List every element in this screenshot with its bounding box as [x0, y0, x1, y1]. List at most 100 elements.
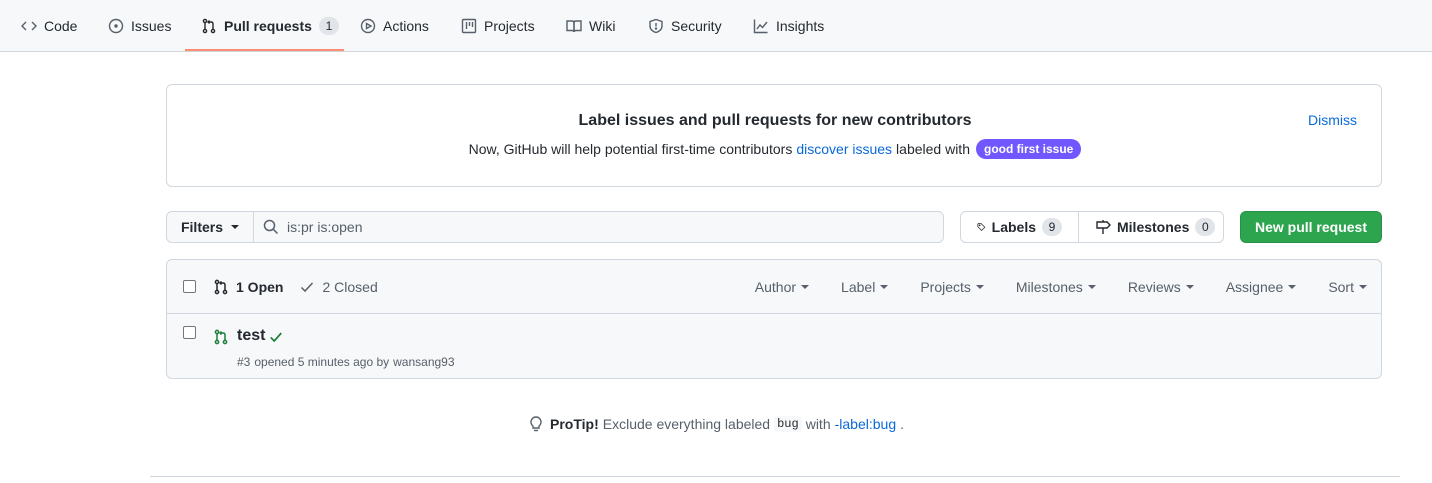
- protip-link[interactable]: -label:bug: [835, 416, 897, 432]
- closed-filter[interactable]: 2 Closed: [299, 279, 378, 295]
- tab-pull-requests[interactable]: Pull requests 1: [201, 0, 339, 52]
- protip: ProTip! Exclude everything labeled bug w…: [0, 416, 1432, 432]
- labels-milestones-group: Labels 9 Milestones 0: [960, 211, 1224, 243]
- reviews-filter-label: Reviews: [1127, 279, 1181, 295]
- sort-dropdown[interactable]: Sort: [1328, 279, 1367, 295]
- milestones-label: Milestones: [1117, 219, 1190, 235]
- protip-text: Exclude everything labeled: [602, 416, 771, 432]
- tab-label: Projects: [484, 18, 535, 34]
- milestones-counter: 0: [1195, 218, 1216, 236]
- projects-filter-label: Projects: [920, 279, 971, 295]
- light-bulb-icon: [530, 416, 542, 432]
- pull-requests-counter: 1: [318, 17, 339, 35]
- good-first-issue-label[interactable]: good first issue: [975, 139, 1082, 159]
- selected-tab-underline: [185, 49, 344, 51]
- milestones-filter[interactable]: Milestones: [1016, 279, 1096, 295]
- tab-label: Code: [44, 18, 78, 34]
- tab-label: Insights: [776, 18, 825, 34]
- shield-icon: [649, 18, 663, 34]
- git-pull-request-icon: [214, 329, 228, 345]
- footer-divider: [150, 476, 1400, 477]
- filters-button[interactable]: Filters: [166, 211, 254, 243]
- chevron-down-icon: [880, 285, 889, 289]
- tab-label: Actions: [383, 18, 429, 34]
- projects-filter[interactable]: Projects: [920, 279, 984, 295]
- tab-projects[interactable]: Projects: [461, 0, 535, 52]
- pr-author-link[interactable]: wansang93: [393, 355, 454, 369]
- pr-opened-text: opened 5 minutes ago by: [254, 355, 390, 369]
- author-filter-label: Author: [754, 279, 797, 295]
- tab-label: Issues: [131, 18, 172, 34]
- tab-code[interactable]: Code: [21, 0, 77, 52]
- graph-icon: [753, 19, 768, 34]
- tab-label: Wiki: [589, 18, 616, 34]
- new-pull-request-button[interactable]: New pull request: [1240, 211, 1382, 243]
- banner-text-before: Now, GitHub will help potential first-ti…: [468, 141, 793, 157]
- protip-code: bug: [774, 416, 802, 432]
- new-contributors-banner: Label issues and pull requests for new c…: [166, 84, 1382, 187]
- book-icon: [566, 20, 582, 33]
- tab-actions[interactable]: Actions: [360, 0, 429, 52]
- sort-label: Sort: [1328, 279, 1354, 295]
- pull-request-list: 1 Open 2 Closed Author Label Projects Mi…: [166, 259, 1382, 379]
- table-icon: [461, 18, 477, 34]
- labels-button[interactable]: Labels 9: [961, 212, 1079, 242]
- assignee-filter-label: Assignee: [1225, 279, 1284, 295]
- protip-with: with: [805, 416, 831, 432]
- protip-label: ProTip!: [550, 416, 599, 432]
- search-input[interactable]: [287, 219, 927, 235]
- select-all-checkbox[interactable]: [183, 280, 196, 293]
- label-filter[interactable]: Label: [841, 279, 889, 295]
- sort-filters: Author Label Projects Milestones Reviews…: [723, 260, 1367, 314]
- check-icon[interactable]: [269, 330, 283, 344]
- labels-counter: 9: [1042, 218, 1062, 236]
- tab-insights[interactable]: Insights: [753, 0, 824, 52]
- milestones-filter-label: Milestones: [1015, 279, 1083, 295]
- tab-issues[interactable]: Issues: [108, 0, 171, 52]
- state-toggles: 1 Open 2 Closed: [213, 260, 378, 314]
- open-count: 1 Open: [236, 279, 284, 295]
- tag-icon: [977, 223, 986, 232]
- dismiss-button[interactable]: Dismiss: [1308, 112, 1357, 128]
- git-pull-request-icon: [214, 279, 228, 295]
- pr-title-link[interactable]: test: [237, 327, 265, 345]
- label-filter-label: Label: [841, 279, 876, 295]
- search-icon: [263, 219, 279, 235]
- tab-label: Security: [671, 18, 722, 34]
- milestone-icon: [1096, 220, 1111, 234]
- discover-issues-link[interactable]: discover issues: [796, 141, 892, 157]
- chevron-down-icon: [801, 285, 810, 289]
- labels-label: Labels: [991, 219, 1036, 235]
- repo-nav: Code Issues Pull requests 1 Actions Proj…: [0, 0, 1432, 52]
- chevron-down-icon: [1359, 285, 1367, 289]
- milestones-button[interactable]: Milestones 0: [1079, 212, 1231, 242]
- assignee-filter[interactable]: Assignee: [1226, 279, 1297, 295]
- open-filter[interactable]: 1 Open: [213, 279, 283, 295]
- closed-count: 2 Closed: [322, 279, 378, 295]
- git-pull-request-icon: [202, 18, 216, 34]
- banner-text-after: labeled with: [896, 141, 970, 157]
- chevron-down-icon: [231, 225, 239, 229]
- chevron-down-icon: [975, 285, 984, 289]
- issue-opened-icon: [108, 18, 124, 34]
- pr-checkbox[interactable]: [183, 326, 196, 339]
- code-icon: [21, 21, 37, 31]
- search-box: [253, 211, 944, 243]
- list-header: 1 Open 2 Closed Author Label Projects Mi…: [167, 260, 1381, 314]
- chevron-down-icon: [1288, 285, 1297, 289]
- chevron-down-icon: [1185, 285, 1194, 289]
- tab-security[interactable]: Security: [648, 0, 722, 52]
- chevron-down-icon: [1087, 285, 1096, 289]
- reviews-filter[interactable]: Reviews: [1128, 279, 1194, 295]
- pr-meta: #3 opened 5 minutes ago by wansang93: [237, 355, 455, 369]
- tab-wiki[interactable]: Wiki: [566, 0, 615, 52]
- protip-period: .: [900, 416, 904, 432]
- banner-title: Label issues and pull requests for new c…: [578, 112, 972, 129]
- banner-text: Now, GitHub will help potential first-ti…: [167, 139, 1383, 159]
- author-filter[interactable]: Author: [754, 279, 810, 295]
- filters-label: Filters: [180, 219, 223, 235]
- check-icon: [301, 282, 314, 293]
- pr-number: #3: [237, 355, 251, 369]
- tab-label: Pull requests: [224, 18, 312, 34]
- play-icon: [360, 18, 376, 34]
